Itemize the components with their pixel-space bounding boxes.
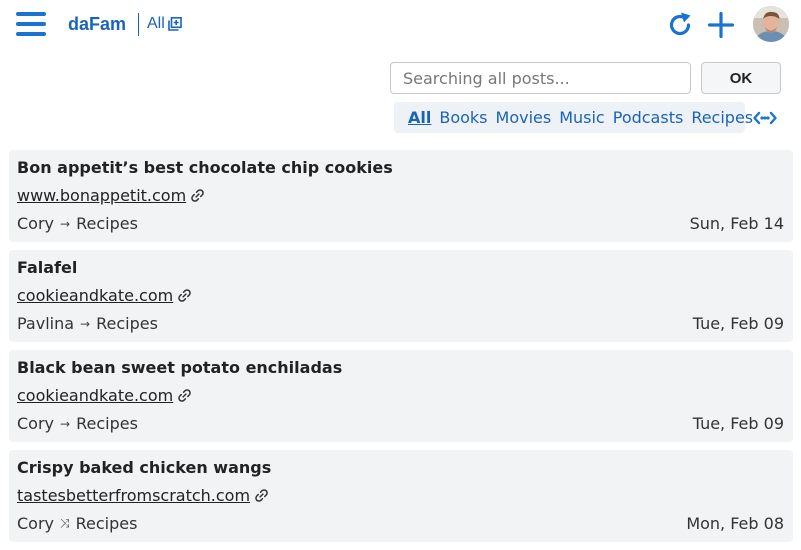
link-chain-icon [178,389,191,402]
hamburger-menu-icon[interactable] [14,10,48,38]
post-date: Tue, Feb 09 [692,314,784,333]
arrow-right-icon: → [60,416,71,431]
post-category[interactable]: Recipes [96,314,158,333]
post-author[interactable]: Cory [17,414,54,433]
refresh-icon[interactable] [666,11,694,39]
external-window-icon [167,17,182,31]
post-author[interactable]: Cory [17,514,54,533]
arrow-right-icon: → [60,216,71,231]
post-meta: Cory → Recipes [17,214,138,233]
post-author[interactable]: Cory [17,214,54,233]
post-meta: Cory ⤨ Recipes [17,514,137,533]
post-card[interactable]: Black bean sweet potato enchiladas cooki… [9,350,793,442]
shuffle-icon: ⤨ [60,516,70,530]
post-meta: Cory → Recipes [17,414,138,433]
brand-title[interactable]: daFam [68,14,126,35]
post-link[interactable]: www.bonappetit.com [17,186,205,205]
post-title[interactable]: Falafel [17,258,77,277]
filter-music[interactable]: Music [559,108,605,127]
search-ok-button[interactable]: OK [701,62,781,94]
post-date: Mon, Feb 08 [686,514,784,533]
search-bar: OK [390,62,782,94]
post-title[interactable]: Black bean sweet potato enchiladas [17,358,342,377]
post-card[interactable]: Crispy baked chicken wangs tastesbetterf… [9,450,793,542]
post-date: Sun, Feb 14 [689,214,784,233]
post-domain[interactable]: cookieandkate.com [17,386,173,405]
scope-selector[interactable]: All [147,15,182,33]
user-avatar[interactable] [753,6,789,42]
post-domain[interactable]: www.bonappetit.com [17,186,186,205]
post-title[interactable]: Crispy baked chicken wangs [17,458,271,477]
scope-label: All [147,15,165,32]
plus-icon[interactable] [707,11,735,39]
post-card[interactable]: Falafel cookieandkate.com Pavlina → Reci… [9,250,793,342]
link-chain-icon [191,189,204,202]
filter-all[interactable]: All [408,108,431,127]
top-bar: daFam All [0,0,801,50]
filter-recipes[interactable]: Recipes [691,108,753,127]
header-divider [138,13,139,36]
post-category[interactable]: Recipes [76,414,138,433]
search-input[interactable] [390,62,691,94]
arrow-right-icon: → [80,316,91,331]
post-category[interactable]: Recipes [76,514,138,533]
post-author[interactable]: Pavlina [17,314,74,333]
post-domain[interactable]: tastesbetterfromscratch.com [17,486,250,505]
post-card[interactable]: Bon appetit’s best chocolate chip cookie… [9,150,793,242]
link-chain-icon [255,489,268,502]
post-link[interactable]: tastesbetterfromscratch.com [17,486,269,505]
avatar-photo [753,6,789,42]
post-link[interactable]: cookieandkate.com [17,286,192,305]
category-filter-bar: All Books Movies Music Podcasts Recipes [394,102,753,133]
link-chain-icon [178,289,191,302]
post-date: Tue, Feb 09 [692,414,784,433]
filter-movies[interactable]: Movies [496,108,552,127]
post-meta: Pavlina → Recipes [17,314,158,333]
post-domain[interactable]: cookieandkate.com [17,286,173,305]
filter-books[interactable]: Books [439,108,487,127]
filter-podcasts[interactable]: Podcasts [613,108,684,127]
code-dots-icon[interactable] [753,109,777,127]
post-title[interactable]: Bon appetit’s best chocolate chip cookie… [17,158,393,177]
post-link[interactable]: cookieandkate.com [17,386,192,405]
post-category[interactable]: Recipes [76,214,138,233]
